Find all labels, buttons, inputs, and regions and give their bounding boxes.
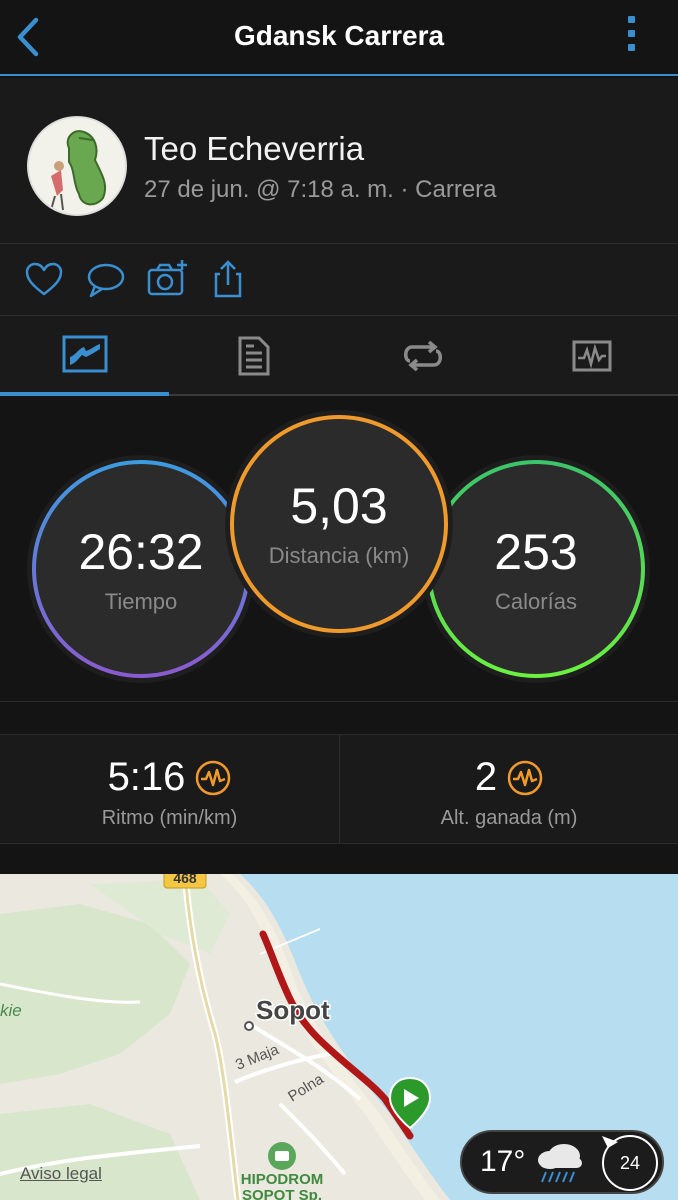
more-options-icon[interactable] [624, 16, 638, 56]
calories-label: Calorías [495, 589, 577, 614]
metric-elevation[interactable]: 2 Alt. ganada (m) [339, 735, 678, 843]
stat-time: 26:32 Tiempo [56, 516, 226, 626]
tab-charts[interactable] [507, 316, 676, 396]
metric-pace[interactable]: 5:16 Ritmo (min/km) [0, 735, 339, 843]
share-icon [214, 260, 242, 298]
tab-details[interactable] [169, 316, 338, 396]
activity-stats: 26:32 Tiempo 5,03 Distancia (km) 253 Cal… [0, 396, 678, 702]
road-badge-label: 468 [173, 874, 197, 886]
time-label: Tiempo [104, 589, 178, 614]
time-value: 26:32 [78, 524, 204, 580]
pace-value: 5:16 [107, 755, 186, 799]
details-list-icon [238, 336, 269, 376]
weather-temperature: 17° [480, 1145, 526, 1178]
pace-chart-icon [196, 760, 231, 795]
wind-speed: 24 [619, 1152, 641, 1173]
distance-value: 5,03 [290, 478, 388, 534]
legal-notice-link[interactable]: Aviso legal [20, 1164, 102, 1184]
camera-plus-icon [147, 260, 187, 296]
navigation-bar: Gdansk Carrera [0, 0, 678, 76]
like-button[interactable] [22, 258, 66, 302]
elevation-chart-icon [507, 760, 543, 795]
city-label: Sopot [256, 995, 330, 1025]
social-actions [0, 244, 678, 316]
user-name[interactable]: Teo Echeverria [144, 130, 364, 168]
poi-label-line2: SOPOT Sp. [242, 1187, 322, 1200]
poi-label-line1: HIPODROM [241, 1171, 324, 1188]
route-map[interactable]: 468 Sopot 3 Maja Polna kie HIPODROM SOPO… [0, 874, 678, 1200]
stat-calories: 253 Calorías [451, 516, 621, 626]
metrics-row: 5:16 Ritmo (min/km) 2 Alt. ganada (m) [0, 734, 678, 844]
tab-laps[interactable] [338, 316, 507, 396]
distance-label: Distancia (km) [268, 543, 410, 568]
avatar[interactable] [27, 116, 127, 216]
pace-label: Ritmo (min/km) [101, 807, 238, 829]
page-title: Gdansk Carrera [233, 20, 445, 51]
comment-icon [87, 263, 125, 298]
laps-loop-icon [403, 340, 442, 372]
tab-summary[interactable] [0, 316, 169, 396]
add-photo-button[interactable] [145, 258, 189, 302]
elevation-label: Alt. ganada (m) [440, 807, 578, 829]
calories-value: 253 [494, 524, 578, 580]
wind-direction-icon [602, 1136, 618, 1148]
activity-header: Teo Echeverria 27 de jun. @ 7:18 a. m. ·… [0, 78, 678, 244]
activity-tabs [0, 316, 678, 396]
stat-distance: 5,03 Distancia (km) [244, 470, 434, 580]
activity-meta: 27 de jun. @ 7:18 a. m. · Carrera [144, 176, 497, 203]
charts-icon [572, 340, 611, 372]
share-button[interactable] [206, 258, 250, 302]
rain-cloud-icon [538, 1144, 582, 1183]
weather-badge[interactable]: 17° 24 [460, 1130, 664, 1194]
heart-icon [25, 262, 63, 296]
elevation-value: 2 [474, 755, 498, 799]
summary-stats-icon [62, 335, 107, 373]
comment-button[interactable] [84, 258, 128, 302]
map-edge-label: kie [0, 1001, 22, 1020]
